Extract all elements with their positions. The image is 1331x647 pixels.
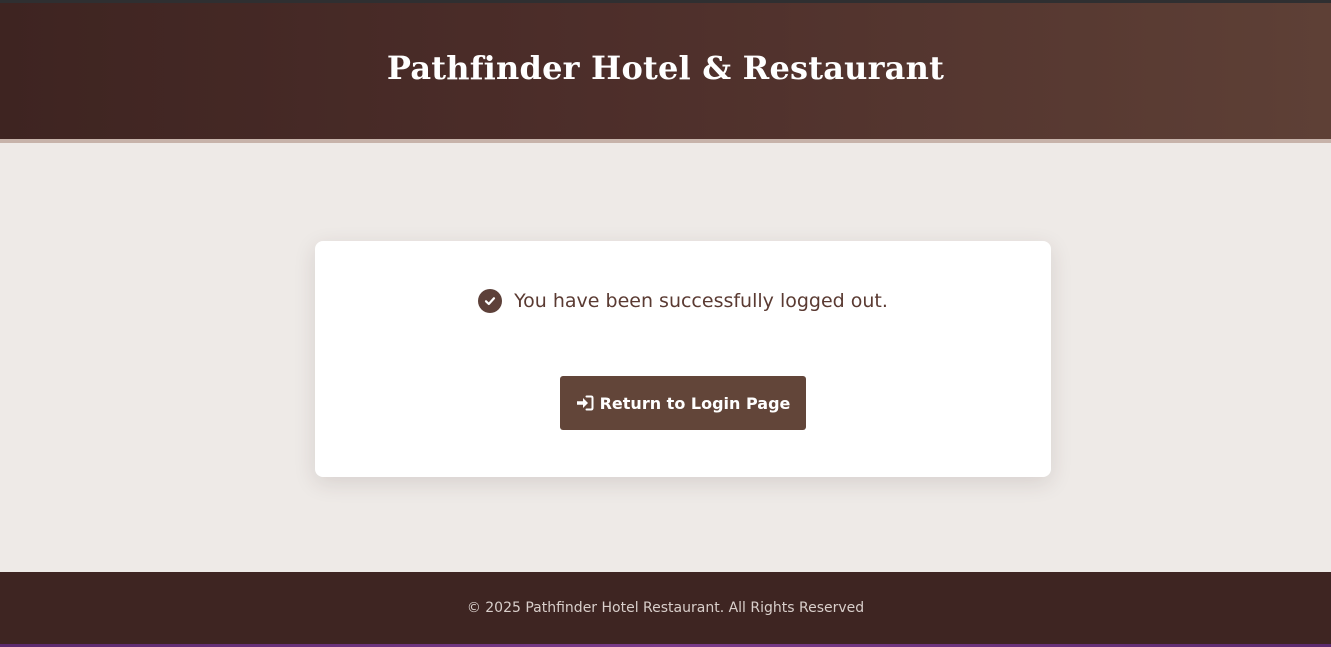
logout-message-row: You have been successfully logged out. — [315, 289, 1051, 313]
return-to-login-label: Return to Login Page — [599, 393, 791, 413]
site-header: Pathfinder Hotel & Restaurant — [0, 3, 1331, 143]
logout-card: You have been successfully logged out. R… — [315, 241, 1051, 477]
sign-in-icon — [576, 395, 594, 411]
site-footer: © 2025 Pathfinder Hotel Restaurant. All … — [0, 572, 1331, 644]
footer-copyright: © 2025 Pathfinder Hotel Restaurant. All … — [466, 600, 865, 616]
logout-message: You have been successfully logged out. — [514, 290, 888, 312]
return-to-login-button[interactable]: Return to Login Page — [560, 376, 806, 430]
site-title: Pathfinder Hotel & Restaurant — [386, 49, 945, 87]
check-circle-icon — [478, 289, 503, 313]
